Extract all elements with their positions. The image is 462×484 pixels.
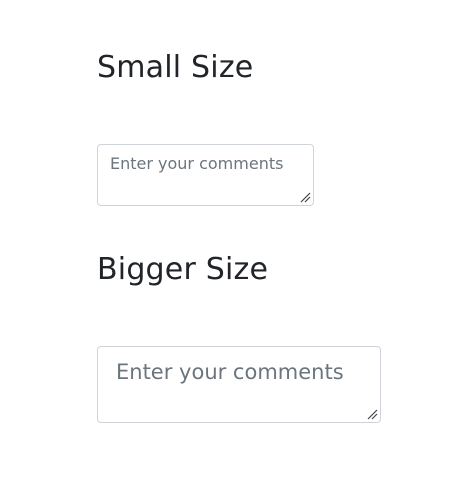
small-comments-textarea[interactable] [98, 145, 313, 205]
small-textarea-container [97, 144, 314, 206]
page: Small Size Bigger Size [0, 0, 462, 484]
bigger-size-heading: Bigger Size [97, 252, 269, 287]
small-size-heading: Small Size [97, 50, 254, 85]
bigger-textarea-container [97, 346, 381, 423]
bigger-comments-textarea[interactable] [98, 347, 380, 422]
